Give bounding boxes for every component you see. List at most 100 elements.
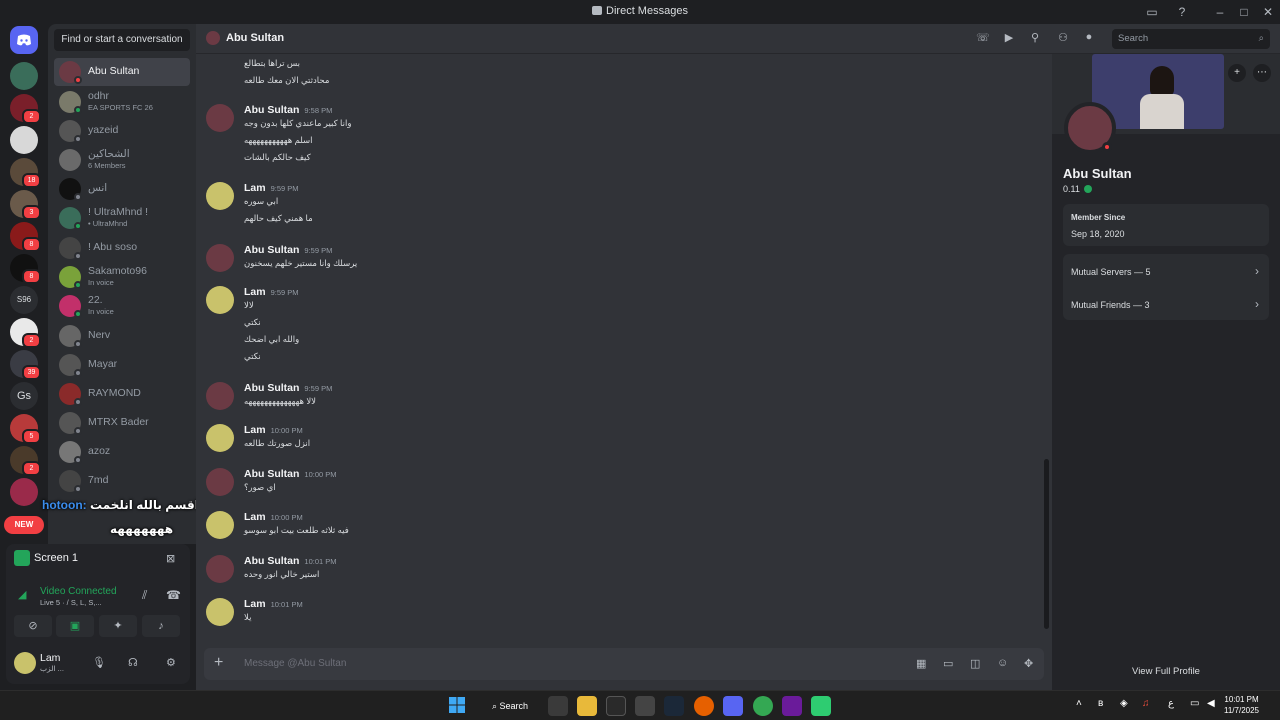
- attach-plus-icon[interactable]: +: [214, 654, 223, 672]
- message-composer[interactable]: + Message @Abu Sultan ▦ ▭ ◫ ☺ ✥: [204, 648, 1044, 680]
- dm-item[interactable]: Mayar: [54, 351, 190, 379]
- dm-item[interactable]: ! UltraMhnd ! • UltraMhnd: [54, 204, 190, 232]
- author-name[interactable]: Lam: [244, 424, 266, 436]
- message-avatar[interactable]: [206, 555, 234, 583]
- more-options-icon[interactable]: ⋯: [1253, 64, 1271, 82]
- screen-share-icon[interactable]: ▣: [56, 615, 94, 637]
- channel-name[interactable]: Abu Sultan: [226, 32, 284, 44]
- dm-item[interactable]: Abu Sultan: [54, 58, 190, 86]
- next-app-icon[interactable]: [782, 696, 802, 716]
- server-icon[interactable]: 5: [10, 414, 41, 444]
- message-author[interactable]: Lam 10:00 PM: [244, 424, 303, 436]
- dm-item[interactable]: Nerv: [54, 322, 190, 350]
- chrome-icon[interactable]: [753, 696, 773, 716]
- clock[interactable]: 10:01 PM 11/7/2025: [1224, 694, 1259, 716]
- stream-preview-label[interactable]: Screen 1: [14, 550, 78, 566]
- pin-icon[interactable]: ⚲: [1028, 31, 1042, 45]
- message-author[interactable]: Abu Sultan 10:00 PM: [244, 468, 337, 480]
- message-author[interactable]: Lam 10:01 PM: [244, 598, 303, 610]
- steam-icon[interactable]: [664, 696, 684, 716]
- dm-item[interactable]: انس: [54, 175, 190, 203]
- soundboard-icon[interactable]: ♪: [142, 615, 180, 637]
- dm-item[interactable]: RAYMOND: [54, 380, 190, 408]
- message-author[interactable]: Abu Sultan 9:59 PM: [244, 244, 332, 256]
- home-button[interactable]: [10, 26, 38, 54]
- add-friend-icon[interactable]: ⚇: [1056, 31, 1070, 45]
- message-avatar[interactable]: [206, 382, 234, 410]
- author-name[interactable]: Lam: [244, 182, 266, 194]
- inbox-icon[interactable]: ▭: [1144, 4, 1160, 20]
- server-icon[interactable]: 2: [10, 318, 41, 348]
- user-avatar[interactable]: [14, 652, 36, 674]
- firefox-icon[interactable]: [694, 696, 714, 716]
- author-name[interactable]: Lam: [244, 511, 266, 523]
- message-author[interactable]: Abu Sultan 10:01 PM: [244, 555, 337, 567]
- message-author[interactable]: Abu Sultan 9:58 PM: [244, 104, 332, 116]
- dm-item[interactable]: ! Abu soso: [54, 234, 190, 262]
- message-avatar[interactable]: [206, 182, 234, 210]
- author-name[interactable]: Abu Sultan: [244, 104, 299, 116]
- app-icon[interactable]: [635, 696, 655, 716]
- add-friend-icon[interactable]: +: [1228, 64, 1246, 82]
- scrollbar[interactable]: [1044, 459, 1049, 629]
- author-name[interactable]: Abu Sultan: [244, 382, 299, 394]
- server-icon[interactable]: [10, 126, 38, 154]
- dm-item[interactable]: MTRX Bader: [54, 409, 190, 437]
- settings-gear-icon[interactable]: ⚙: [166, 656, 176, 669]
- message-avatar[interactable]: [206, 598, 234, 626]
- noise-suppression-icon[interactable]: ⫽: [142, 588, 147, 603]
- chevron-up-icon[interactable]: ˄: [1076, 698, 1082, 709]
- message-avatar[interactable]: [206, 104, 234, 132]
- taskbar-search[interactable]: ⌕ Search: [482, 696, 538, 716]
- network-icon[interactable]: ▭: [1190, 698, 1199, 709]
- start-icon[interactable]: [448, 696, 468, 716]
- search-input[interactable]: Search ⌕: [1112, 29, 1270, 49]
- server-icon[interactable]: [10, 478, 38, 506]
- dm-item[interactable]: azoz: [54, 438, 190, 466]
- emoji-icon[interactable]: ☺: [997, 657, 1008, 669]
- tray-icon[interactable]: ʙ: [1098, 698, 1103, 709]
- dm-item[interactable]: odhr EA SPORTS FC 26: [54, 88, 190, 116]
- activities-icon[interactable]: ✦: [99, 615, 137, 637]
- gif-icon[interactable]: ▭: [943, 657, 953, 670]
- new-unreads-pill[interactable]: NEW: [4, 516, 44, 534]
- message-avatar[interactable]: [206, 286, 234, 314]
- language-indicator[interactable]: ع: [1168, 698, 1174, 709]
- message-avatar[interactable]: [206, 511, 234, 539]
- author-name[interactable]: Abu Sultan: [244, 555, 299, 567]
- server-icon[interactable]: 2: [10, 446, 41, 476]
- voice-channel[interactable]: Live 5 · / S, L, S,...: [40, 598, 102, 607]
- server-icon[interactable]: 8: [10, 254, 41, 284]
- server-icon[interactable]: S96: [10, 286, 38, 314]
- widgets-icon[interactable]: [548, 696, 568, 716]
- disconnect-icon[interactable]: ☎: [166, 588, 181, 602]
- profile-toggle-icon[interactable]: ●: [1082, 31, 1096, 45]
- app-icon[interactable]: [811, 696, 831, 716]
- server-icon[interactable]: 2: [10, 94, 41, 124]
- author-name[interactable]: Lam: [244, 286, 266, 298]
- file-explorer-icon[interactable]: [577, 696, 597, 716]
- tray-icon[interactable]: ◈: [1120, 698, 1128, 709]
- volume-icon[interactable]: ◀: [1207, 698, 1215, 709]
- close-stream-icon[interactable]: ⊠: [166, 552, 175, 565]
- mutual-servers-link[interactable]: Mutual Servers — 5: [1071, 267, 1151, 277]
- minimize-button[interactable]: –: [1212, 4, 1228, 20]
- microphone-tray-icon[interactable]: ♫: [1142, 698, 1150, 709]
- message-author[interactable]: Lam 9:59 PM: [244, 182, 299, 194]
- author-name[interactable]: Lam: [244, 598, 266, 610]
- voice-status[interactable]: Video Connected: [40, 586, 117, 597]
- headphones-icon[interactable]: ☊: [128, 656, 138, 669]
- mutual-friends-link[interactable]: Mutual Friends — 3: [1071, 300, 1150, 310]
- dm-item[interactable]: 22. In voice: [54, 292, 190, 320]
- server-icon[interactable]: 8: [10, 222, 41, 252]
- epic-games-icon[interactable]: [606, 696, 626, 716]
- microphone-icon[interactable]: 🎙: [92, 656, 106, 669]
- voice-call-icon[interactable]: ☏: [976, 31, 990, 45]
- help-icon[interactable]: ?: [1174, 4, 1190, 20]
- server-icon[interactable]: 3: [10, 190, 41, 220]
- dm-item[interactable]: yazeid: [54, 117, 190, 145]
- message-author[interactable]: Abu Sultan 9:59 PM: [244, 382, 332, 394]
- message-avatar[interactable]: [206, 468, 234, 496]
- find-conversation-button[interactable]: Find or start a conversation: [54, 29, 190, 51]
- message-input[interactable]: Message @Abu Sultan: [244, 658, 346, 669]
